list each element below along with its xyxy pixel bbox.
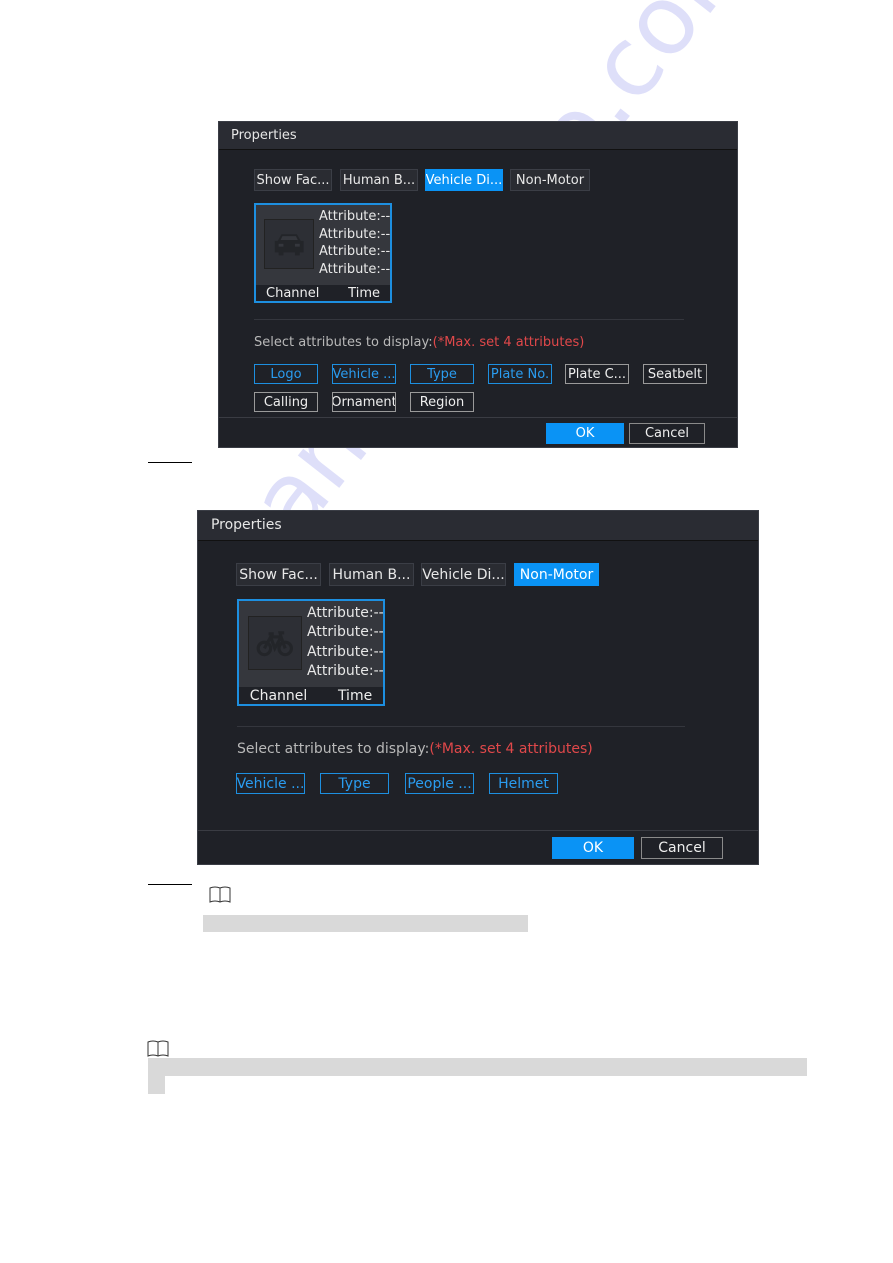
preview-attribute: Attribute:--	[319, 226, 391, 242]
attribute-button-seatbelt[interactable]: Seatbelt	[643, 364, 707, 384]
preview-time: Time	[348, 286, 380, 301]
tab-human-b[interactable]: Human B...	[340, 169, 418, 191]
attributes-hint: Select attributes to display:(*Max. set …	[237, 741, 593, 757]
hint-warning: (*Max. set 4 attributes)	[429, 741, 593, 757]
tab-vehicle-di[interactable]: Vehicle Di...	[421, 563, 506, 586]
attributes-hint: Select attributes to display:(*Max. set …	[254, 335, 584, 350]
attribute-button-helmet[interactable]: Helmet	[489, 773, 558, 794]
attribute-button-plate-no[interactable]: Plate No.	[488, 364, 552, 384]
hint-label: Select attributes to display:	[237, 741, 430, 757]
note-text-bar	[203, 915, 528, 932]
preview-card: Attribute:-- Attribute:-- Attribute:-- Attr…	[237, 599, 385, 706]
preview-footer: Channel Time	[256, 285, 390, 301]
section-divider	[237, 726, 685, 727]
tab-human-b[interactable]: Human B...	[329, 563, 414, 586]
dialog-title-bar: Properties	[198, 511, 758, 541]
note-text-bar	[148, 1058, 807, 1076]
attribute-button-vehicle[interactable]: Vehicle ...	[236, 773, 305, 794]
note-text-bar	[148, 1076, 165, 1094]
preview-channel: Channel	[266, 286, 320, 301]
attribute-button-ornament[interactable]: Ornament	[332, 392, 396, 412]
properties-dialog: Properties Show Fac... Human B... Vehicle D…	[197, 510, 759, 865]
dialog-title: Properties	[210, 517, 282, 534]
attribute-button-people[interactable]: People ...	[405, 773, 474, 794]
hint-warning: (*Max. set 4 attributes)	[432, 335, 585, 350]
preview-footer: Channel Time	[239, 686, 383, 704]
ok-button[interactable]: OK	[552, 837, 634, 859]
preview-attribute: Attribute:--	[319, 244, 391, 260]
preview-attribute: Attribute:--	[307, 624, 384, 641]
step-rule	[148, 462, 192, 463]
properties-dialog: Properties Show Fac... Human B... Vehicle D…	[218, 121, 738, 448]
attribute-button-plate-c[interactable]: Plate C...	[565, 364, 629, 384]
preview-channel: Channel	[249, 687, 308, 704]
step-rule	[148, 884, 192, 885]
attribute-button-type[interactable]: Type	[410, 364, 474, 384]
book-icon	[208, 885, 232, 909]
dialog-title: Properties	[231, 128, 297, 143]
preview-thumbnail	[247, 616, 302, 671]
tab-non-motor[interactable]: Non-Motor	[510, 169, 590, 191]
car-icon	[270, 227, 308, 261]
attribute-button-type[interactable]: Type	[320, 773, 389, 794]
preview-time: Time	[337, 687, 373, 704]
attribute-button-vehicle[interactable]: Vehicle ...	[332, 364, 396, 384]
preview-attribute: Attribute:--	[307, 643, 384, 660]
preview-attribute: Attribute:--	[307, 605, 384, 622]
preview-attribute: Attribute:--	[319, 262, 391, 278]
preview-thumbnail	[264, 219, 314, 269]
tab-vehicle-di[interactable]: Vehicle Di...	[425, 169, 503, 191]
bicycle-icon	[254, 625, 296, 661]
tab-show-fac[interactable]: Show Fac...	[236, 563, 321, 586]
attribute-button-logo[interactable]: Logo	[254, 364, 318, 384]
ok-button[interactable]: OK	[546, 423, 624, 444]
section-divider	[254, 319, 684, 320]
preview-attribute: Attribute:--	[307, 662, 384, 679]
preview-card: Attribute:-- Attribute:-- Attribute:-- Attr…	[254, 203, 392, 303]
attribute-button-calling[interactable]: Calling	[254, 392, 318, 412]
cancel-button[interactable]: Cancel	[641, 837, 723, 859]
hint-label: Select attributes to display:	[254, 335, 433, 350]
preview-attribute: Attribute:--	[319, 209, 391, 224]
dialog-title-bar: Properties	[219, 122, 737, 150]
tab-show-fac[interactable]: Show Fac...	[254, 169, 332, 191]
tab-non-motor[interactable]: Non-Motor	[514, 563, 599, 586]
attribute-button-region[interactable]: Region	[410, 392, 474, 412]
cancel-button[interactable]: Cancel	[629, 423, 705, 444]
